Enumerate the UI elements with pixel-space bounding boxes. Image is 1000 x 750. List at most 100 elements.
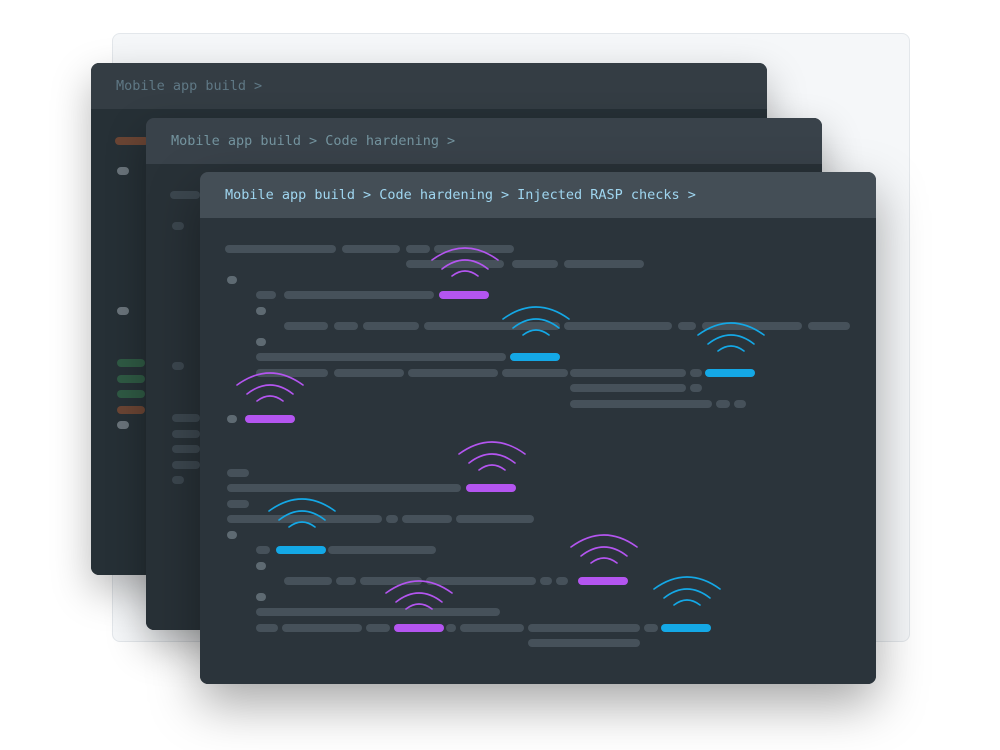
wifi-signal-icon bbox=[268, 498, 336, 528]
code-line bbox=[690, 369, 702, 377]
code-line bbox=[342, 245, 400, 253]
code-line bbox=[456, 515, 534, 523]
breadcrumb-separator: > bbox=[500, 187, 510, 203]
code-line bbox=[408, 369, 498, 377]
wifi-signal-icon bbox=[502, 306, 570, 336]
code-line bbox=[284, 577, 332, 585]
rasp-check-marker[interactable] bbox=[245, 415, 295, 423]
breadcrumb-separator: > bbox=[446, 133, 456, 149]
code-line bbox=[227, 469, 249, 477]
code-line bbox=[256, 546, 270, 554]
wifi-signal-icon bbox=[236, 372, 304, 402]
code-line bbox=[225, 245, 336, 253]
rasp-check-marker[interactable] bbox=[578, 577, 628, 585]
code-line bbox=[336, 577, 356, 585]
breadcrumb: Mobile app build > Code hardening > Inje… bbox=[200, 172, 876, 218]
code-line bbox=[115, 137, 149, 145]
code-line bbox=[117, 375, 145, 383]
rasp-check-marker[interactable] bbox=[661, 624, 711, 632]
code-line bbox=[117, 359, 145, 367]
code-line bbox=[406, 245, 430, 253]
code-line bbox=[386, 515, 398, 523]
wifi-signal-icon bbox=[653, 576, 721, 606]
code-line bbox=[227, 500, 249, 508]
breadcrumb-item[interactable]: Mobile app build bbox=[225, 187, 355, 203]
code-line bbox=[117, 421, 129, 429]
code-line bbox=[366, 624, 390, 632]
code-line bbox=[227, 415, 237, 423]
code-line bbox=[716, 400, 730, 408]
code-line bbox=[117, 406, 145, 414]
code-line bbox=[256, 624, 278, 632]
code-line bbox=[256, 608, 500, 616]
code-line bbox=[334, 322, 358, 330]
code-line bbox=[446, 624, 456, 632]
code-line bbox=[284, 291, 434, 299]
breadcrumb: Mobile app build > bbox=[91, 63, 767, 109]
code-line bbox=[570, 369, 686, 377]
code-line bbox=[170, 191, 200, 199]
rasp-check-marker[interactable] bbox=[510, 353, 560, 361]
code-line bbox=[117, 390, 145, 398]
code-line bbox=[328, 546, 436, 554]
breadcrumb-separator: > bbox=[254, 78, 263, 94]
breadcrumb-item[interactable]: Code hardening bbox=[325, 133, 439, 149]
rasp-check-marker[interactable] bbox=[466, 484, 516, 492]
breadcrumb-item[interactable]: Mobile app build bbox=[171, 133, 301, 149]
code-line bbox=[256, 338, 266, 346]
code-line bbox=[528, 639, 640, 647]
code-line bbox=[256, 291, 276, 299]
wifi-signal-icon bbox=[570, 534, 638, 564]
breadcrumb-item[interactable]: Code hardening bbox=[379, 187, 493, 203]
breadcrumb-item[interactable]: Injected RASP checks bbox=[517, 187, 680, 203]
code-line bbox=[460, 624, 524, 632]
code-line bbox=[284, 322, 328, 330]
rasp-check-marker[interactable] bbox=[276, 546, 326, 554]
code-line bbox=[227, 276, 237, 284]
code-line bbox=[256, 593, 266, 601]
code-line bbox=[334, 369, 404, 377]
rasp-check-marker[interactable] bbox=[394, 624, 444, 632]
code-line bbox=[502, 369, 568, 377]
code-line bbox=[808, 322, 850, 330]
code-line bbox=[227, 531, 237, 539]
code-line bbox=[690, 384, 702, 392]
code-line bbox=[256, 562, 266, 570]
code-line bbox=[734, 400, 746, 408]
code-line bbox=[172, 222, 184, 230]
code-line bbox=[172, 476, 184, 484]
rasp-check-marker[interactable] bbox=[439, 291, 489, 299]
code-line bbox=[172, 445, 200, 453]
code-area bbox=[200, 218, 876, 684]
code-line bbox=[172, 362, 184, 370]
breadcrumb-separator: > bbox=[309, 133, 318, 149]
code-line bbox=[556, 577, 568, 585]
wifi-signal-icon bbox=[431, 247, 499, 277]
breadcrumb-separator: > bbox=[363, 187, 372, 203]
code-line bbox=[117, 307, 129, 315]
code-line bbox=[540, 577, 552, 585]
code-line bbox=[528, 624, 640, 632]
wifi-signal-icon bbox=[697, 322, 765, 352]
code-line bbox=[570, 400, 712, 408]
code-line bbox=[282, 624, 362, 632]
code-line bbox=[512, 260, 558, 268]
breadcrumb-item[interactable]: Mobile app build bbox=[116, 78, 246, 94]
code-line bbox=[564, 260, 644, 268]
code-line bbox=[363, 322, 419, 330]
editor-window-rasp-checks: Mobile app build > Code hardening > Inje… bbox=[200, 172, 876, 684]
code-line bbox=[402, 515, 452, 523]
code-line bbox=[564, 322, 672, 330]
code-line bbox=[172, 461, 200, 469]
code-line bbox=[172, 430, 200, 438]
breadcrumb: Mobile app build > Code hardening > bbox=[146, 118, 822, 164]
code-line bbox=[172, 414, 200, 422]
wifi-signal-icon bbox=[385, 580, 453, 610]
code-line bbox=[256, 353, 506, 361]
wifi-signal-icon bbox=[458, 441, 526, 471]
rasp-check-marker[interactable] bbox=[705, 369, 755, 377]
code-line bbox=[256, 307, 266, 315]
code-line bbox=[227, 484, 461, 492]
code-line bbox=[644, 624, 658, 632]
code-line bbox=[570, 384, 686, 392]
